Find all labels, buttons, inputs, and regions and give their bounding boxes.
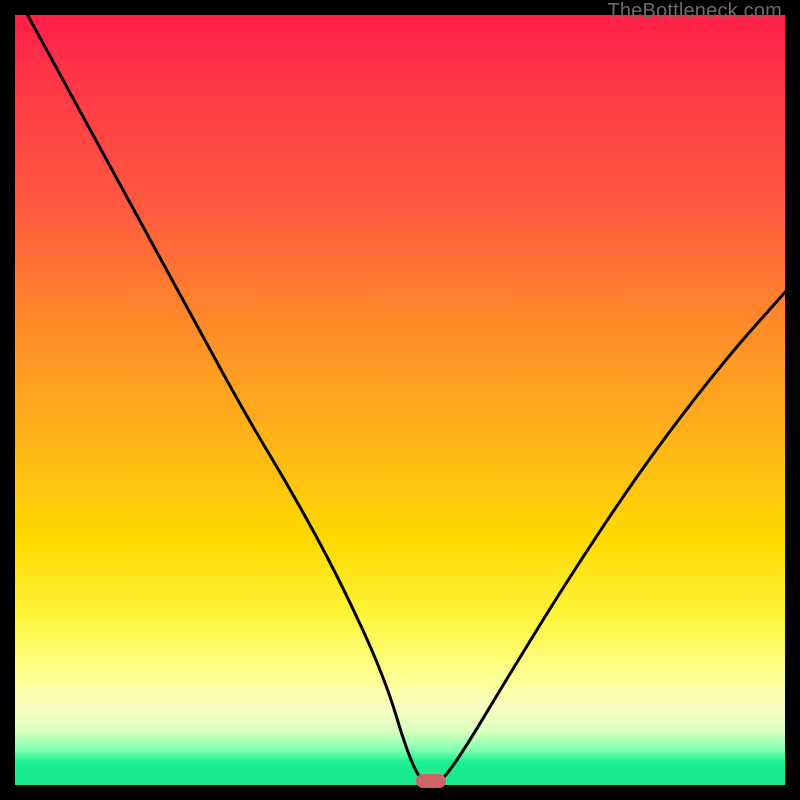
chart-frame: TheBottleneck.com <box>0 0 800 800</box>
bottleneck-curve <box>15 15 785 785</box>
watermark-text: TheBottleneck.com <box>607 0 782 23</box>
plot-area <box>15 15 785 785</box>
optimal-marker <box>416 774 446 788</box>
